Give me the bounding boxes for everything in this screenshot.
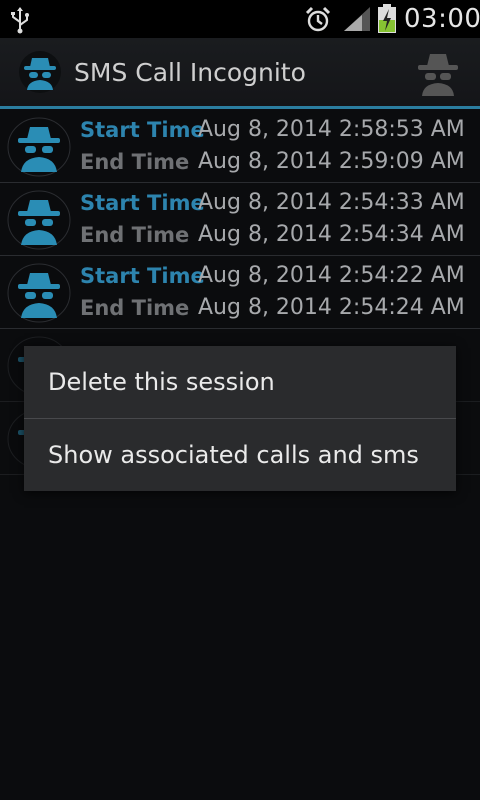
start-time-label: Start Time	[80, 264, 205, 288]
end-time-label: End Time	[80, 296, 190, 320]
usb-icon	[11, 7, 29, 34]
list-item[interactable]: Start Time Aug 8, 2014 2:54:33 AM End Ti…	[0, 183, 480, 256]
signal-icon	[344, 7, 370, 31]
incognito-spy-icon	[7, 117, 71, 177]
end-time-value: Aug 8, 2014 2:54:34 AM	[198, 222, 465, 247]
end-time-value: Aug 8, 2014 2:59:09 AM	[198, 149, 465, 174]
context-menu: Delete this session Show associated call…	[24, 346, 456, 491]
battery-charging-icon	[378, 4, 396, 33]
start-time-value: Aug 8, 2014 2:58:53 AM	[198, 117, 465, 142]
start-time-label: Start Time	[80, 118, 205, 142]
start-time-label: Start Time	[80, 191, 205, 215]
alarm-icon	[305, 6, 331, 32]
incognito-spy-icon	[7, 263, 71, 323]
action-bar-divider	[0, 106, 480, 109]
incognito-spy-icon[interactable]	[410, 46, 466, 98]
action-bar: SMS Call Incognito	[0, 38, 480, 106]
show-associated-calls-sms-menu-item[interactable]: Show associated calls and sms	[24, 419, 456, 491]
incognito-spy-icon	[19, 51, 61, 93]
status-bar: 03:00	[0, 0, 480, 38]
app-title: SMS Call Incognito	[74, 58, 306, 87]
end-time-label: End Time	[80, 223, 190, 247]
list-item[interactable]: Start Time Aug 8, 2014 2:58:53 AM End Ti…	[0, 110, 480, 183]
end-time-value: Aug 8, 2014 2:54:24 AM	[198, 295, 465, 320]
start-time-value: Aug 8, 2014 2:54:33 AM	[198, 190, 465, 215]
delete-session-menu-item[interactable]: Delete this session	[24, 346, 456, 418]
incognito-spy-icon	[7, 190, 71, 250]
status-clock: 03:00	[404, 4, 480, 34]
list-item[interactable]: Start Time Aug 8, 2014 2:54:22 AM End Ti…	[0, 256, 480, 329]
end-time-label: End Time	[80, 150, 190, 174]
start-time-value: Aug 8, 2014 2:54:22 AM	[198, 263, 465, 288]
